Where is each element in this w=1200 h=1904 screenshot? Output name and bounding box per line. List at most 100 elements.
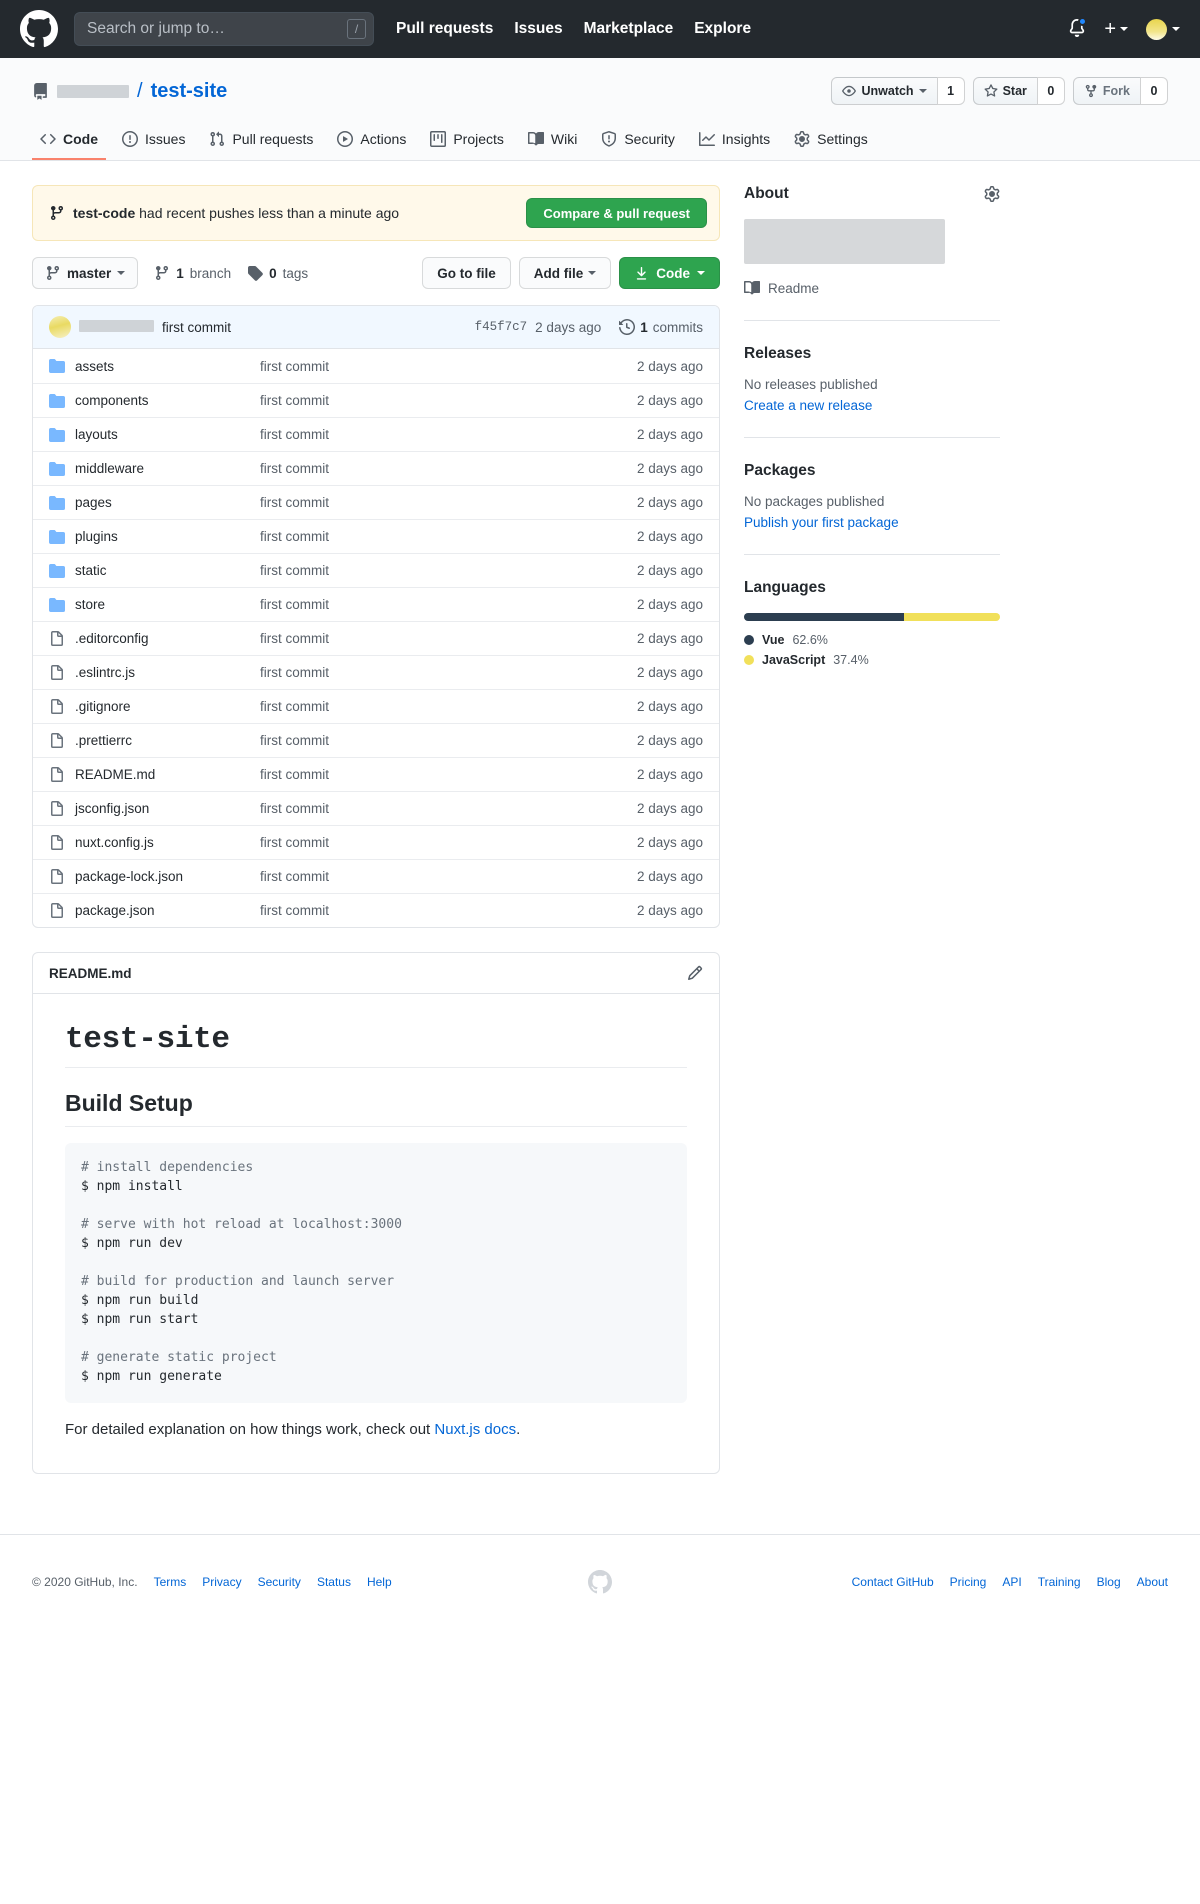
tab-projects[interactable]: Projects: [422, 122, 512, 160]
file-name-link[interactable]: .gitignore: [75, 699, 260, 714]
file-commit-message[interactable]: first commit: [260, 631, 637, 646]
table-row[interactable]: store first commit 2 days ago: [33, 587, 719, 621]
bell-icon[interactable]: [1068, 17, 1088, 39]
fork-button[interactable]: Fork: [1072, 77, 1140, 105]
table-row[interactable]: jsconfig.json first commit 2 days ago: [33, 791, 719, 825]
footer-link-pricing[interactable]: Pricing: [950, 1575, 987, 1589]
star-count[interactable]: 0: [1036, 77, 1065, 105]
file-name-link[interactable]: package.json: [75, 903, 260, 918]
footer-link-contact-github[interactable]: Contact GitHub: [852, 1575, 934, 1589]
tab-code[interactable]: Code: [32, 122, 106, 160]
file-commit-message[interactable]: first commit: [260, 597, 637, 612]
fork-count[interactable]: 0: [1140, 77, 1168, 105]
code-download-button[interactable]: Code: [619, 257, 720, 289]
file-name-link[interactable]: .prettierrc: [75, 733, 260, 748]
create-release-link[interactable]: Create a new release: [744, 398, 1000, 413]
table-row[interactable]: pages first commit 2 days ago: [33, 485, 719, 519]
file-commit-message[interactable]: first commit: [260, 461, 637, 476]
file-commit-message[interactable]: first commit: [260, 733, 637, 748]
file-commit-message[interactable]: first commit: [260, 835, 637, 850]
repository-name-link[interactable]: test-site: [151, 80, 228, 103]
table-row[interactable]: assets first commit 2 days ago: [33, 349, 719, 383]
tab-actions[interactable]: Actions: [329, 122, 414, 160]
file-commit-message[interactable]: first commit: [260, 665, 637, 680]
commit-message-link[interactable]: first commit: [162, 320, 231, 335]
file-commit-message[interactable]: first commit: [260, 801, 637, 816]
file-commit-message[interactable]: first commit: [260, 359, 637, 374]
tab-insights[interactable]: Insights: [691, 122, 778, 160]
footer-link-security[interactable]: Security: [258, 1575, 301, 1589]
file-commit-message[interactable]: first commit: [260, 903, 637, 918]
file-name-link[interactable]: plugins: [75, 529, 260, 544]
unwatch-button[interactable]: Unwatch: [831, 77, 937, 105]
file-name-link[interactable]: layouts: [75, 427, 260, 442]
footer-link-training[interactable]: Training: [1038, 1575, 1081, 1589]
footer-link-status[interactable]: Status: [317, 1575, 351, 1589]
watch-count[interactable]: 1: [936, 77, 965, 105]
file-name-link[interactable]: jsconfig.json: [75, 801, 260, 816]
file-name-link[interactable]: README.md: [75, 767, 260, 782]
add-file-button[interactable]: Add file: [518, 257, 612, 289]
footer-link-about[interactable]: About: [1137, 1575, 1168, 1589]
file-commit-message[interactable]: first commit: [260, 427, 637, 442]
table-row[interactable]: .editorconfig first commit 2 days ago: [33, 621, 719, 655]
footer-link-privacy[interactable]: Privacy: [202, 1575, 241, 1589]
gear-icon[interactable]: [984, 186, 1000, 202]
file-commit-message[interactable]: first commit: [260, 699, 637, 714]
table-row[interactable]: .prettierrc first commit 2 days ago: [33, 723, 719, 757]
footer-link-api[interactable]: API: [1002, 1575, 1021, 1589]
file-name-link[interactable]: store: [75, 597, 260, 612]
nav-explore[interactable]: Explore: [694, 20, 751, 38]
file-name-link[interactable]: components: [75, 393, 260, 408]
create-new-menu[interactable]: +: [1104, 19, 1128, 39]
file-name-link[interactable]: middleware: [75, 461, 260, 476]
table-row[interactable]: plugins first commit 2 days ago: [33, 519, 719, 553]
tab-security[interactable]: Security: [593, 122, 683, 160]
commit-sha-link[interactable]: f45f7c7: [475, 320, 528, 334]
nav-pull-requests[interactable]: Pull requests: [396, 20, 493, 38]
file-commit-message[interactable]: first commit: [260, 563, 637, 578]
file-name-link[interactable]: assets: [75, 359, 260, 374]
footer-link-help[interactable]: Help: [367, 1575, 392, 1589]
table-row[interactable]: .gitignore first commit 2 days ago: [33, 689, 719, 723]
commit-author-link[interactable]: [79, 319, 162, 335]
file-name-link[interactable]: nuxt.config.js: [75, 835, 260, 850]
file-name-link[interactable]: .eslintrc.js: [75, 665, 260, 680]
file-name-link[interactable]: pages: [75, 495, 260, 510]
table-row[interactable]: package-lock.json first commit 2 days ago: [33, 859, 719, 893]
file-commit-message[interactable]: first commit: [260, 869, 637, 884]
table-row[interactable]: components first commit 2 days ago: [33, 383, 719, 417]
table-row[interactable]: .eslintrc.js first commit 2 days ago: [33, 655, 719, 689]
branch-selector[interactable]: master: [32, 257, 139, 289]
table-row[interactable]: package.json first commit 2 days ago: [33, 893, 719, 927]
tags-link[interactable]: 0 tags: [247, 265, 308, 281]
table-row[interactable]: nuxt.config.js first commit 2 days ago: [33, 825, 719, 859]
commits-count-link[interactable]: 1 commits: [619, 319, 703, 335]
tab-pull-requests[interactable]: Pull requests: [201, 122, 321, 160]
profile-menu[interactable]: [1146, 18, 1180, 40]
language-legend-item[interactable]: JavaScript 37.4%: [744, 653, 1000, 667]
tab-settings[interactable]: Settings: [786, 122, 876, 160]
about-readme-link[interactable]: Readme: [744, 280, 1000, 296]
tab-wiki[interactable]: Wiki: [520, 122, 585, 160]
tab-issues[interactable]: Issues: [114, 122, 193, 160]
publish-package-link[interactable]: Publish your first package: [744, 515, 1000, 530]
nav-marketplace[interactable]: Marketplace: [584, 20, 674, 38]
file-commit-message[interactable]: first commit: [260, 767, 637, 782]
file-commit-message[interactable]: first commit: [260, 393, 637, 408]
file-name-link[interactable]: static: [75, 563, 260, 578]
language-legend-item[interactable]: Vue 62.6%: [744, 633, 1000, 647]
table-row[interactable]: static first commit 2 days ago: [33, 553, 719, 587]
footer-link-terms[interactable]: Terms: [154, 1575, 187, 1589]
go-to-file-button[interactable]: Go to file: [422, 257, 511, 289]
owner-link[interactable]: [57, 80, 129, 103]
github-mark-icon[interactable]: [20, 10, 58, 48]
table-row[interactable]: middleware first commit 2 days ago: [33, 451, 719, 485]
star-button[interactable]: Star: [972, 77, 1037, 105]
file-name-link[interactable]: package-lock.json: [75, 869, 260, 884]
pencil-icon[interactable]: [687, 965, 703, 981]
footer-link-blog[interactable]: Blog: [1097, 1575, 1121, 1589]
compare-pull-request-button[interactable]: Compare & pull request: [526, 198, 707, 228]
file-commit-message[interactable]: first commit: [260, 529, 637, 544]
search-input[interactable]: [74, 12, 374, 46]
